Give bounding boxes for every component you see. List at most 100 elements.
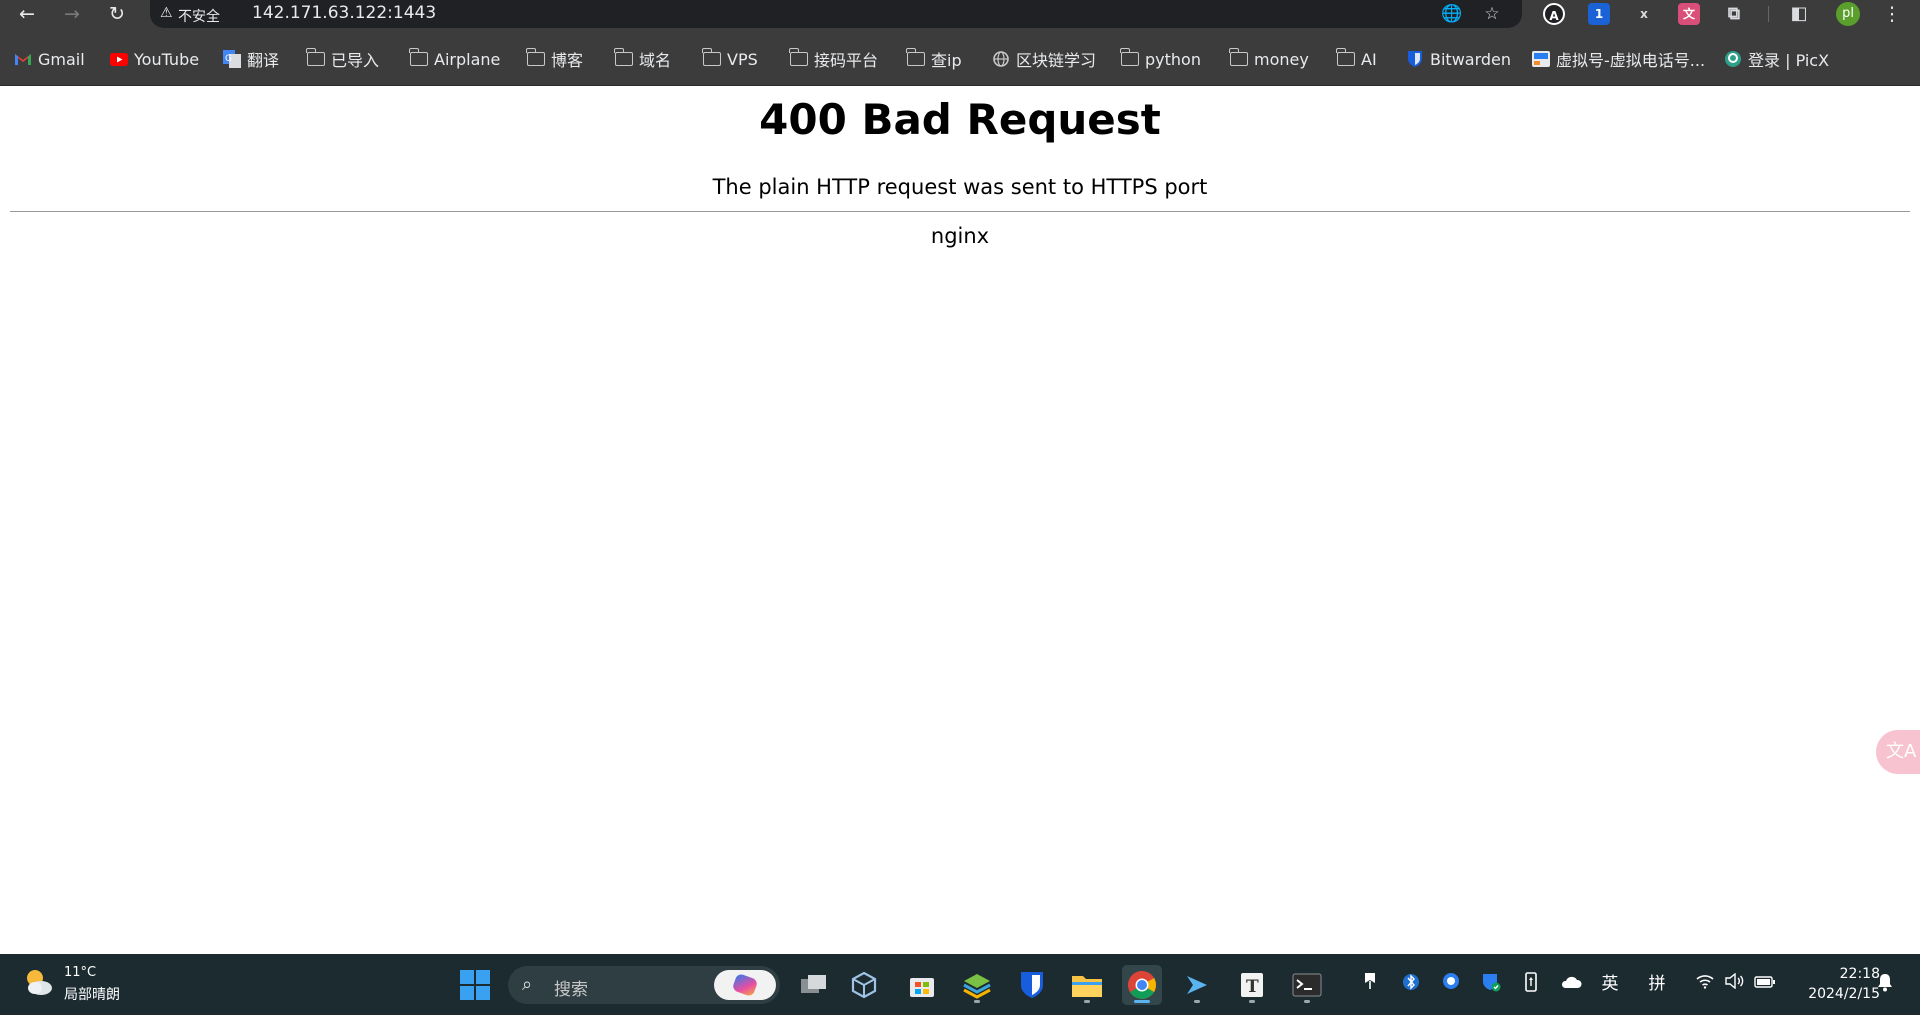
bluetooth-icon[interactable]: [1398, 972, 1424, 999]
forward-icon[interactable]: →: [60, 2, 84, 26]
bookmark-label: Airplane: [434, 49, 501, 69]
volume-icon[interactable]: [1722, 972, 1748, 996]
start-button[interactable]: [460, 970, 490, 1000]
battery-icon[interactable]: [1752, 972, 1778, 996]
file-explorer-icon[interactable]: [1067, 965, 1107, 1005]
bookmark-label: VPS: [727, 49, 758, 69]
taskbar: 11°C 局部晴朗 ⌕ 搜索 T 英 拼 22:18 2024/2/15: [0, 954, 1920, 1015]
globe-icon: [992, 50, 1010, 68]
folder-icon: [409, 48, 428, 68]
bookmark-label: 博客: [551, 51, 584, 70]
bookmark-label: AI: [1361, 49, 1377, 69]
bookmark-label: money: [1254, 49, 1309, 69]
weather-description[interactable]: 局部晴朗: [64, 984, 120, 1004]
warning-icon[interactable]: ⚠: [160, 5, 173, 21]
bitwarden-taskbar-icon[interactable]: [1012, 965, 1052, 1005]
bookmark-label: YouTube: [134, 49, 200, 69]
folder-icon: [306, 48, 325, 68]
bookmarks-bar: Gmail YouTube G 翻译 已导入 Airplane 博客 域名 VP…: [0, 28, 1920, 86]
wifi-icon[interactable]: [1692, 972, 1718, 996]
folder-icon: [1229, 48, 1248, 68]
search-placeholder: 搜索: [554, 980, 588, 1000]
remote-desktop-icon[interactable]: [1177, 965, 1217, 1005]
bookmark-label: 翻译: [247, 51, 280, 70]
bookmark-bitwarden[interactable]: Bitwarden: [1406, 48, 1511, 70]
translate-page-icon[interactable]: 🌐: [1440, 2, 1464, 26]
divider: [10, 211, 1910, 212]
bookmark-folder-sms-platform[interactable]: 接码平台: [789, 48, 878, 70]
security-shield-icon[interactable]: [1478, 972, 1504, 999]
onedrive-icon[interactable]: [1558, 972, 1584, 996]
layers-app-icon[interactable]: [957, 965, 997, 1005]
clock-time[interactable]: 22:18: [1790, 966, 1880, 982]
google-translate-icon: G: [223, 50, 241, 68]
folder-icon: [526, 48, 545, 68]
svg-text:T: T: [1246, 977, 1259, 997]
url-text[interactable]: 142.171.63.122:1443: [252, 3, 436, 23]
bookmark-label: 区块链学习: [1016, 51, 1097, 70]
gmail-icon: [14, 50, 32, 68]
bookmark-label: 已导入: [331, 51, 380, 70]
bookmark-folder-money[interactable]: money: [1229, 48, 1309, 70]
address-bar[interactable]: ⚠ 不安全 142.171.63.122:1443 🌐 ☆: [150, 0, 1522, 28]
menu-icon[interactable]: ⋮: [1880, 2, 1904, 26]
extension-translate-icon[interactable]: 文: [1678, 3, 1700, 25]
extension-lock-icon[interactable]: A: [1543, 3, 1565, 25]
copilot-icon[interactable]: [714, 970, 776, 1000]
usb-drive-icon[interactable]: [1518, 972, 1544, 999]
folder-icon: [702, 48, 721, 68]
folder-icon: [1336, 48, 1355, 68]
sync-tray-icon[interactable]: [1438, 972, 1464, 997]
virtualbox-icon[interactable]: [844, 965, 884, 1005]
bookmark-translate[interactable]: G 翻译: [223, 48, 279, 70]
bookmark-picx[interactable]: 登录 | PicX: [1724, 48, 1829, 70]
svg-text:G: G: [225, 54, 232, 64]
extensions-puzzle-icon[interactable]: ⧉: [1723, 3, 1745, 25]
browser-toolbar: ← → ↻ ⚠ 不安全 142.171.63.122:1443 🌐 ☆ A 1 …: [0, 0, 1920, 28]
weather-partly-sunny-icon[interactable]: [22, 966, 54, 998]
bookmark-folder-ip-lookup[interactable]: 查ip: [906, 48, 962, 70]
bookmark-label: Bitwarden: [1430, 49, 1512, 69]
weather-temperature[interactable]: 11°C: [64, 965, 96, 980]
ime-language[interactable]: 英: [1597, 972, 1623, 996]
bookmark-label: 登录 | PicX: [1748, 51, 1830, 70]
bitwarden-icon: [1406, 50, 1424, 68]
extension-x-icon[interactable]: x: [1633, 3, 1655, 25]
taskbar-search[interactable]: ⌕ 搜索: [508, 966, 780, 1004]
chrome-icon[interactable]: [1122, 965, 1162, 1005]
typora-icon[interactable]: T: [1232, 965, 1272, 1005]
bookmark-star-icon[interactable]: ☆: [1480, 2, 1504, 26]
bookmark-folder-airplane[interactable]: Airplane: [409, 48, 501, 70]
terminal-icon[interactable]: [1287, 965, 1327, 1005]
bookmark-label: 虚拟号-虚拟电话号...: [1556, 51, 1706, 70]
profile-avatar[interactable]: pl: [1836, 2, 1860, 26]
side-panel-icon[interactable]: ◧: [1788, 3, 1810, 25]
notification-bell-icon[interactable]: [1876, 972, 1894, 997]
bookmark-folder-python[interactable]: python: [1120, 48, 1201, 70]
windows-logo-icon: [460, 970, 474, 984]
task-view-icon[interactable]: [794, 965, 834, 1005]
bookmark-folder-blog[interactable]: 博客: [526, 48, 584, 70]
reload-icon[interactable]: ↻: [105, 2, 129, 26]
folder-icon: [614, 48, 633, 68]
bookmark-folder-ai[interactable]: AI: [1336, 48, 1377, 70]
extension-badge-icon[interactable]: 1: [1588, 3, 1610, 25]
clock-date[interactable]: 2024/2/15: [1790, 986, 1880, 1002]
bookmark-gmail[interactable]: Gmail: [14, 48, 85, 70]
folder-icon: [906, 48, 925, 68]
bookmark-youtube[interactable]: YouTube: [110, 48, 199, 70]
bookmark-folder-imported[interactable]: 已导入: [306, 48, 380, 70]
floating-translate-icon[interactable]: 文A: [1876, 730, 1920, 774]
bookmark-label: 域名: [639, 51, 672, 70]
microsoft-store-icon[interactable]: [902, 965, 942, 1005]
bookmark-folder-domain[interactable]: 域名: [614, 48, 672, 70]
back-icon[interactable]: ←: [15, 2, 39, 26]
ime-mode[interactable]: 拼: [1644, 972, 1670, 996]
security-label[interactable]: 不安全: [178, 6, 220, 26]
folder-icon: [1120, 48, 1139, 68]
bookmark-blockchain[interactable]: 区块链学习: [992, 48, 1096, 70]
pin-tray-icon[interactable]: [1357, 972, 1383, 997]
site-icon: [1532, 50, 1550, 68]
bookmark-folder-vps[interactable]: VPS: [702, 48, 758, 70]
bookmark-virtual-number[interactable]: 虚拟号-虚拟电话号...: [1532, 48, 1705, 70]
